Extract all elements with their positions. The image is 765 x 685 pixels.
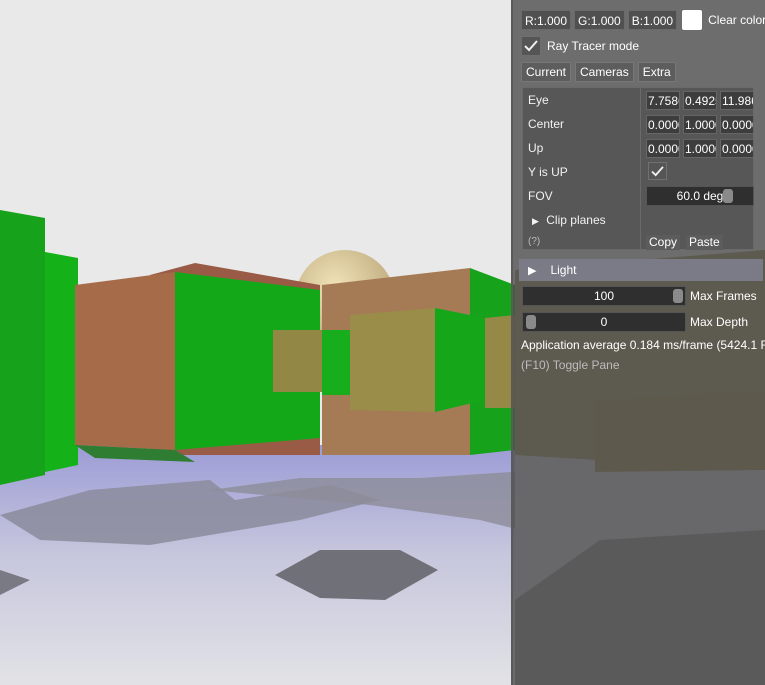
fov-label: FOV <box>528 189 553 203</box>
max-frames-slider[interactable]: 100 <box>522 286 686 306</box>
eye-label: Eye <box>528 93 549 107</box>
checkmark-icon <box>651 165 664 177</box>
copy-button[interactable]: Copy <box>646 235 681 250</box>
clear-color-r-field[interactable]: R:1.000 <box>521 10 572 30</box>
perf-status: Application average 0.184 ms/frame (5424… <box>521 338 765 352</box>
up-y-field[interactable]: 1.0000 <box>683 139 717 158</box>
ray-tracer-row: Ray Tracer mode <box>521 35 639 57</box>
clip-planes-label: Clip planes <box>546 213 606 227</box>
y-is-up-label: Y is UP <box>528 165 568 179</box>
max-depth-handle[interactable] <box>526 315 536 329</box>
center-x-field[interactable]: 0.0000 <box>646 115 680 134</box>
triangle-right-icon: ▶ <box>528 264 537 277</box>
max-depth-slider[interactable]: 0 <box>522 312 686 332</box>
fov-slider-handle[interactable] <box>723 189 733 203</box>
paste-button[interactable]: Paste <box>686 235 723 250</box>
clear-color-swatch[interactable] <box>682 10 703 30</box>
light-section-header[interactable]: ▶ Light <box>519 259 763 281</box>
tab-bar: Current Cameras Extra <box>521 61 680 83</box>
up-label: Up <box>528 141 544 155</box>
camera-table: Eye 7.7586 0.4925 11.986 Center 0.0000 1… <box>522 87 754 250</box>
eye-x-field[interactable]: 7.7586 <box>646 91 680 110</box>
max-depth-label: Max Depth <box>690 315 749 329</box>
max-frames-value: 100 <box>593 289 615 303</box>
clear-color-row: R:1.000 G:1.000 B:1.000 Clear color <box>521 9 765 31</box>
settings-pane: R:1.000 G:1.000 B:1.000 Clear color Ray … <box>511 0 765 685</box>
triangle-right-icon: ▶ <box>532 216 539 226</box>
clip-planes-node[interactable]: ▶ Clip planes <box>532 213 606 227</box>
eye-y-field[interactable]: 0.4925 <box>683 91 717 110</box>
center-fields: 0.0000 1.0000 0.0000 <box>646 115 757 134</box>
ray-tracer-checkbox[interactable] <box>521 36 541 56</box>
fov-value: 60.0 deg <box>676 189 724 203</box>
clear-color-label: Clear color <box>708 13 765 27</box>
toggle-pane-hint: (F10) Toggle Pane <box>521 358 620 372</box>
clear-color-b-field[interactable]: B:1.000 <box>627 10 678 30</box>
fov-slider[interactable]: 60.0 deg <box>646 186 754 206</box>
light-header-label: Light <box>550 263 577 277</box>
max-depth-value: 0 <box>600 315 608 329</box>
center-z-field[interactable]: 0.0000 <box>720 115 754 134</box>
checkmark-icon <box>524 40 538 52</box>
tab-extra[interactable]: Extra <box>637 62 676 82</box>
tab-cameras[interactable]: Cameras <box>575 62 634 82</box>
up-z-field[interactable]: 0.0000 <box>720 139 754 158</box>
up-fields: 0.0000 1.0000 0.0000 <box>646 139 757 158</box>
y-is-up-checkbox[interactable] <box>648 162 667 180</box>
eye-z-field[interactable]: 11.986 <box>720 91 754 110</box>
eye-fields: 7.7586 0.4925 11.986 <box>646 91 757 110</box>
up-x-field[interactable]: 0.0000 <box>646 139 680 158</box>
help-marker[interactable]: (?) <box>528 236 540 247</box>
tab-current[interactable]: Current <box>521 62 572 82</box>
center-label: Center <box>528 117 565 131</box>
clear-color-g-field[interactable]: G:1.000 <box>574 10 625 30</box>
center-y-field[interactable]: 1.0000 <box>683 115 717 134</box>
ray-tracer-label: Ray Tracer mode <box>547 39 640 53</box>
max-frames-handle[interactable] <box>673 289 683 303</box>
max-frames-label: Max Frames <box>690 289 757 303</box>
table-divider <box>640 88 641 249</box>
